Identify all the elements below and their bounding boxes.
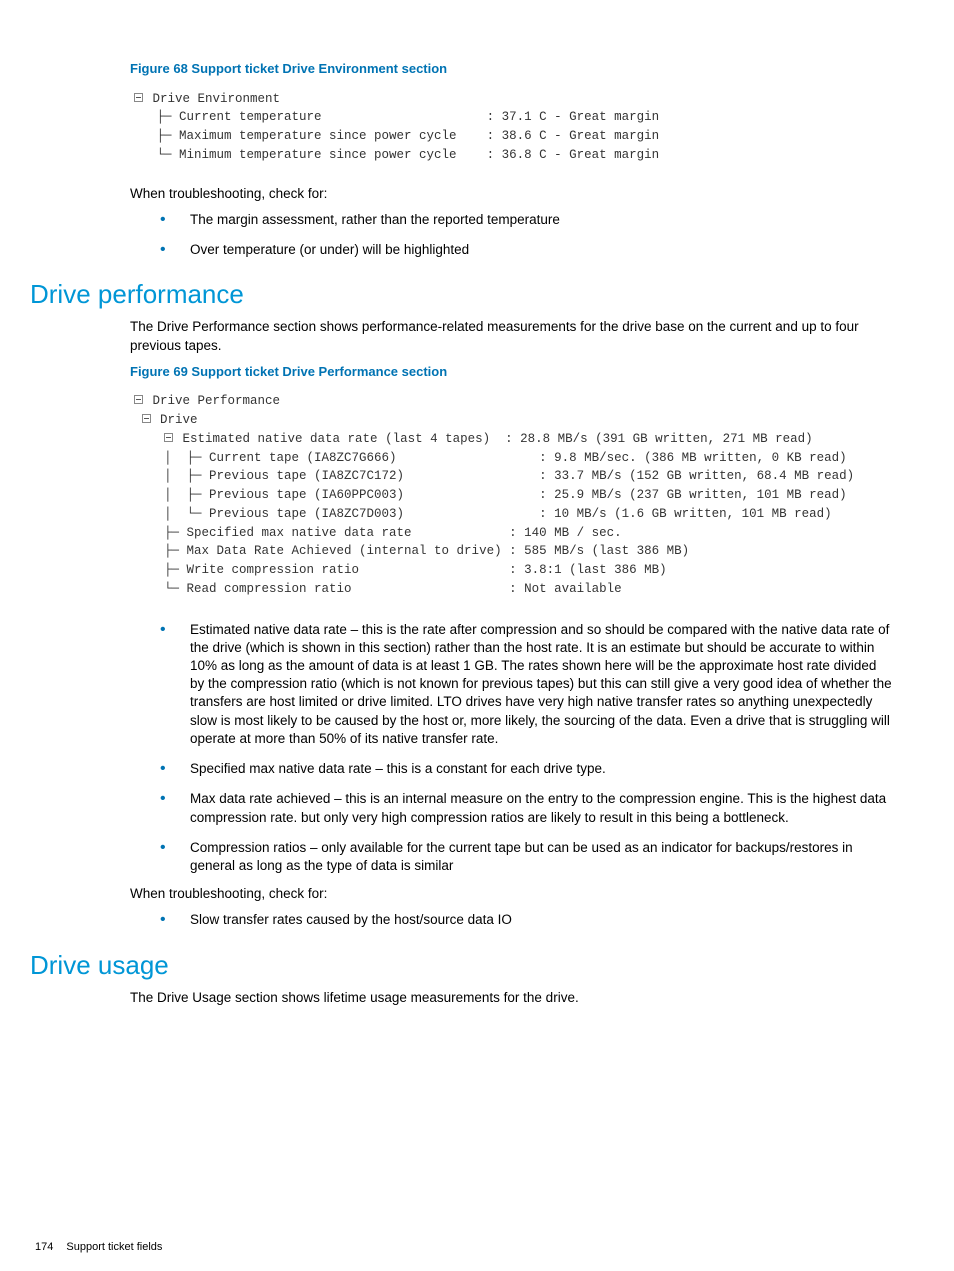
- collapse-icon[interactable]: [134, 395, 143, 404]
- troubleshoot-lead-1: When troubleshooting, check for:: [130, 185, 894, 203]
- troubleshoot-list-1: The margin assessment, rather than the r…: [160, 211, 894, 259]
- heading-drive-usage: Drive usage: [30, 948, 924, 983]
- drive-usage-intro: The Drive Usage section shows lifetime u…: [130, 989, 894, 1007]
- drive-performance-bullets: Estimated native data rate – this is the…: [160, 621, 894, 876]
- figure-68-caption: Figure 68 Support ticket Drive Environme…: [130, 60, 924, 78]
- page-footer: 174 Support ticket fields: [35, 1240, 162, 1255]
- list-item: Max data rate achieved – this is an inte…: [160, 790, 894, 826]
- page-number: 174: [35, 1241, 53, 1253]
- list-item: Estimated native data rate – this is the…: [160, 621, 894, 749]
- collapse-icon[interactable]: [142, 414, 151, 423]
- list-item: Specified max native data rate – this is…: [160, 760, 894, 778]
- figure-69-tree: Drive Performance Drive Estimated native…: [130, 392, 934, 598]
- troubleshoot-list-2: Slow transfer rates caused by the host/s…: [160, 911, 894, 929]
- list-item: Slow transfer rates caused by the host/s…: [160, 911, 894, 929]
- drive-performance-intro: The Drive Performance section shows perf…: [130, 318, 894, 354]
- figure-68-tree: Drive Environment ├─ Current temperature…: [130, 90, 924, 165]
- collapse-icon[interactable]: [164, 433, 173, 442]
- list-item: Over temperature (or under) will be high…: [160, 241, 894, 259]
- collapse-icon[interactable]: [134, 93, 143, 102]
- footer-title: Support ticket fields: [66, 1241, 162, 1253]
- list-item: Compression ratios – only available for …: [160, 839, 894, 875]
- list-item: The margin assessment, rather than the r…: [160, 211, 894, 229]
- troubleshoot-lead-2: When troubleshooting, check for:: [130, 885, 894, 903]
- figure-69-caption: Figure 69 Support ticket Drive Performan…: [130, 363, 924, 381]
- heading-drive-performance: Drive performance: [30, 277, 924, 312]
